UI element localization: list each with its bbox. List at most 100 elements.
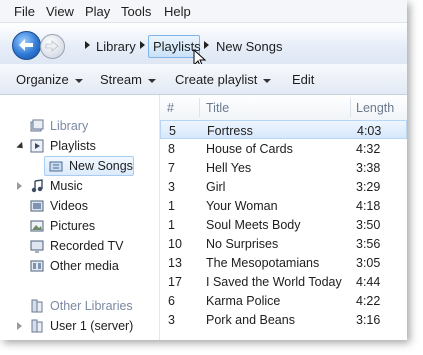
column-header-length[interactable]: Length [356, 101, 394, 115]
chevron-down-icon [147, 78, 156, 83]
column-header-number[interactable]: # [167, 101, 174, 115]
collapse-arrow-icon[interactable] [16, 141, 26, 152]
track-number: 13 [168, 256, 182, 270]
track-length: 4:32 [356, 142, 381, 156]
nav-label-pictures: Pictures [50, 219, 96, 233]
breadcrumb-dropdown-arrow-icon[interactable] [204, 41, 209, 49]
track-length: 3:29 [356, 180, 381, 194]
track-row[interactable]: 1 Your Woman 4:18 [160, 196, 407, 215]
forward-button[interactable] [40, 34, 65, 59]
nav-item-pictures[interactable]: Pictures [0, 216, 159, 236]
track-row[interactable]: 8 House of Cards 4:32 [160, 139, 407, 158]
stream-label: Stream [100, 72, 142, 87]
track-number: 8 [168, 142, 175, 156]
column-header-row: # Title Length [160, 95, 407, 121]
stream-button[interactable]: Stream [100, 72, 156, 87]
forward-arrow-icon [45, 40, 59, 52]
track-number: 1 [168, 218, 175, 232]
track-length: 4:18 [356, 199, 381, 213]
track-list: # Title Length 5 Fortress 4:03 8 House of Ca… [160, 95, 407, 340]
organize-label: Organize [16, 72, 69, 87]
nav-label-videos: Videos [50, 199, 88, 213]
nav-item-music[interactable]: Music [0, 176, 159, 196]
track-row[interactable]: 17 I Saved the World Today 4:44 [160, 272, 407, 291]
nav-label-library: Library [50, 119, 89, 133]
server-library-icon [31, 319, 43, 333]
column-divider[interactable] [350, 98, 351, 117]
track-row[interactable]: 1 Soul Meets Body 3:50 [160, 215, 407, 234]
column-divider[interactable] [199, 98, 200, 117]
breadcrumb-new-songs[interactable]: New Songs [216, 39, 282, 54]
tv-icon [30, 240, 44, 253]
track-length: 4:22 [356, 294, 381, 308]
track-title: Girl [206, 180, 226, 194]
track-length: 3:16 [356, 313, 381, 327]
track-length: 4:03 [357, 124, 382, 138]
nav-label-user1-server: User 1 (server) [50, 319, 134, 333]
track-row[interactable]: 6 Karma Police 4:22 [160, 291, 407, 310]
menu-play[interactable]: Play [85, 4, 110, 19]
back-button[interactable] [12, 31, 41, 60]
nav-label-new-songs: New Songs [69, 159, 133, 173]
expand-arrow-icon[interactable] [17, 322, 22, 330]
nav-label-other-media: Other media [50, 259, 119, 273]
menu-file[interactable]: File [14, 4, 35, 19]
chevron-down-icon [263, 78, 272, 83]
create-playlist-button[interactable]: Create playlist [175, 72, 272, 87]
chevron-down-icon [74, 78, 83, 83]
track-length: 3:38 [356, 161, 381, 175]
track-row[interactable]: 10 No Surprises 3:56 [160, 234, 407, 253]
track-number: 3 [168, 313, 175, 327]
breadcrumb-separator-icon [140, 41, 145, 49]
track-row[interactable]: 5 Fortress 4:03 [160, 120, 407, 139]
library-icon [30, 119, 44, 132]
breadcrumb-library[interactable]: Library [96, 39, 136, 54]
track-title: Hell Yes [206, 161, 252, 175]
organize-button[interactable]: Organize [16, 72, 83, 87]
column-header-title[interactable]: Title [206, 101, 229, 115]
track-number: 1 [168, 199, 175, 213]
track-row[interactable]: 13 The Mesopotamians 3:05 [160, 253, 407, 272]
nav-item-recorded-tv[interactable]: Recorded TV [0, 236, 159, 256]
track-title: Pork and Beans [206, 313, 295, 327]
track-number: 10 [168, 237, 182, 251]
playlist-icon [30, 139, 44, 153]
command-toolbar: Organize Stream Create playlist Edit [0, 64, 407, 95]
nav-item-other-media[interactable]: Other media [0, 256, 159, 276]
nav-item-other-libraries[interactable]: Other Libraries [0, 296, 159, 316]
menu-tools[interactable]: Tools [121, 4, 151, 19]
menu-view[interactable]: View [46, 4, 74, 19]
nav-item-user1-server[interactable]: User 1 (server) [0, 316, 159, 336]
track-title: House of Cards [206, 142, 293, 156]
nav-item-library[interactable]: Library [0, 116, 159, 136]
nav-item-videos[interactable]: Videos [0, 196, 159, 216]
track-row[interactable]: 3 Girl 3:29 [160, 177, 407, 196]
menu-help[interactable]: Help [164, 4, 191, 19]
track-title: No Surprises [206, 237, 279, 251]
track-title: Fortress [207, 124, 253, 138]
video-icon [30, 200, 44, 212]
track-number: 7 [168, 161, 175, 175]
track-row[interactable]: 7 Hell Yes 3:38 [160, 158, 407, 177]
track-row[interactable]: 3 Pork and Beans 3:16 [160, 310, 407, 329]
expand-arrow-icon[interactable] [17, 182, 22, 190]
nav-label-recorded-tv: Recorded TV [50, 239, 124, 253]
track-title: The Mesopotamians [206, 256, 320, 270]
nav-item-playlists[interactable]: Playlists [0, 136, 159, 156]
track-number: 5 [169, 124, 176, 138]
other-libraries-icon [31, 299, 43, 313]
music-note-icon [31, 179, 43, 193]
back-arrow-icon [19, 39, 33, 51]
track-title: Karma Police [206, 294, 281, 308]
nav-item-new-songs[interactable]: New Songs [44, 156, 134, 176]
nav-label-playlists: Playlists [50, 139, 96, 153]
track-number: 6 [168, 294, 175, 308]
create-playlist-label: Create playlist [175, 72, 258, 87]
navigation-pane: Library Playlists New Songs Music Videos… [0, 95, 160, 340]
track-length: 3:56 [356, 237, 381, 251]
track-number: 17 [168, 275, 182, 289]
playlist-file-icon [49, 161, 63, 172]
nav-label-other-libraries: Other Libraries [50, 299, 133, 313]
pictures-icon [30, 220, 44, 232]
edit-button[interactable]: Edit [292, 72, 314, 87]
